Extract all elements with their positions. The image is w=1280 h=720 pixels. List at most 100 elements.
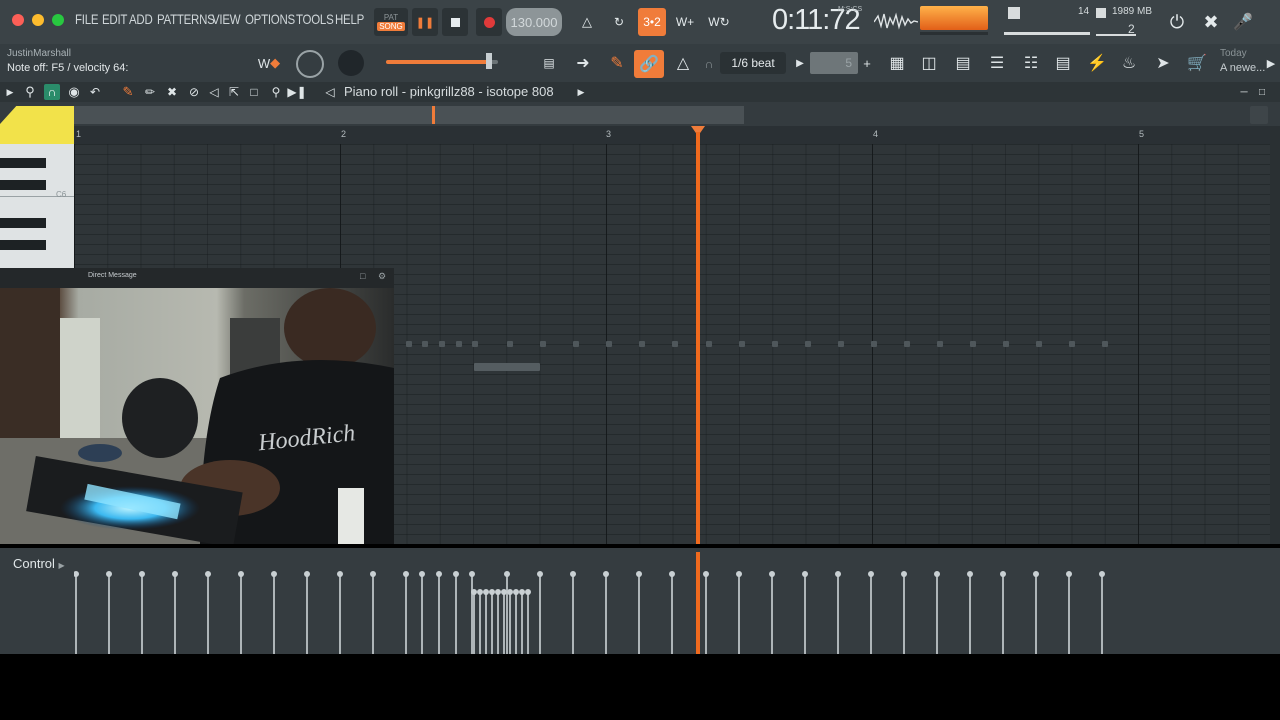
slip-tool-icon[interactable]: ◁ — [206, 84, 222, 100]
velocity-stem[interactable] — [1066, 571, 1072, 654]
draw-pencil-icon[interactable]: ✎ — [120, 84, 136, 100]
control-lane-label[interactable]: Control ▶ — [13, 556, 65, 571]
velocity-stem[interactable] — [901, 571, 907, 654]
webcam-expand-icon[interactable]: □ — [360, 271, 365, 281]
tempo-tapper-icon[interactable]: ♨ — [1116, 50, 1142, 76]
velocity-stem[interactable] — [483, 589, 489, 654]
pat-song-toggle[interactable]: PAT SONG — [374, 8, 408, 36]
velocity-stem[interactable] — [205, 571, 211, 654]
select-tool-icon[interactable]: □ — [246, 84, 262, 100]
countdown-button[interactable]: 3•2 — [638, 8, 666, 36]
velocity-stem[interactable] — [1099, 571, 1105, 654]
snap-selector[interactable]: 1/6 beat — [720, 52, 786, 74]
step-prev-button[interactable]: ▶ — [792, 52, 808, 74]
velocity-stem[interactable] — [403, 571, 409, 654]
volume-slider-handle[interactable] — [486, 53, 492, 69]
webcam-gear-icon[interactable]: ⚙ — [378, 271, 386, 282]
velocity-stem[interactable] — [802, 571, 808, 654]
maximize-window-button[interactable] — [52, 14, 64, 26]
velocity-stem[interactable] — [106, 571, 112, 654]
shop-cart-icon[interactable]: 🛒 — [1184, 50, 1210, 76]
link-icon[interactable]: 🔗 — [634, 50, 664, 78]
velocity-stem[interactable] — [436, 571, 442, 654]
pause-button[interactable]: ❚❚ — [412, 8, 438, 36]
velocity-stem[interactable] — [537, 571, 543, 654]
snap-toggle-icon[interactable]: ∩ — [44, 84, 60, 100]
velocity-stem[interactable] — [139, 571, 145, 654]
black-key[interactable] — [0, 218, 46, 228]
plugin-plug-icon[interactable]: ⚡ — [1084, 50, 1110, 76]
piano-keyboard[interactable]: C6 — [0, 144, 74, 268]
project-file-icon[interactable]: ▤ — [1050, 50, 1076, 76]
keyboard-corner-tab[interactable] — [0, 106, 74, 146]
record-circle-icon[interactable]: ◉ — [66, 84, 82, 100]
velocity-stem[interactable] — [570, 571, 576, 654]
close-window-button[interactable] — [12, 14, 24, 26]
mute-tool-icon[interactable]: ⊘ — [186, 84, 202, 100]
master-pitch-knob[interactable] — [338, 50, 364, 76]
minimize-roll-icon[interactable]: ─ — [1238, 84, 1250, 100]
velocity-stem[interactable] — [419, 571, 425, 654]
velocity-stem[interactable] — [172, 571, 178, 654]
news-text[interactable]: A newe... — [1220, 62, 1265, 74]
menu-patterns[interactable]: PATTERNS — [157, 11, 215, 27]
velocity-stem[interactable] — [513, 589, 519, 654]
velocity-stem[interactable] — [370, 571, 376, 654]
velocity-stem[interactable] — [736, 571, 742, 654]
velocity-stem[interactable] — [304, 571, 310, 654]
pencil-icon[interactable]: ✎ — [604, 52, 630, 74]
menu-tools[interactable]: TOOLS — [296, 11, 334, 27]
master-volume-knob[interactable] — [296, 50, 324, 78]
undo-history-button[interactable]: ⏻ — [1164, 8, 1190, 36]
vertical-scrollbar[interactable] — [1270, 126, 1280, 544]
menu-edit[interactable]: EDIT — [102, 11, 127, 27]
horizontal-scrollbar[interactable] — [74, 106, 744, 124]
velocity-stem[interactable] — [769, 571, 775, 654]
metronome-button[interactable]: △ — [574, 8, 600, 36]
step-next-button[interactable]: + — [860, 52, 874, 74]
slice-tool-icon[interactable]: ⇱ — [226, 84, 242, 100]
menu-file[interactable]: FILE — [75, 11, 99, 27]
maximize-roll-icon[interactable]: □ — [1256, 84, 1268, 100]
velocity-stem[interactable] — [934, 571, 940, 654]
velocity-stem[interactable] — [868, 571, 874, 654]
scroll-end-handle[interactable] — [1250, 106, 1268, 124]
undo-icon[interactable]: ↶ — [88, 84, 102, 100]
black-key[interactable] — [0, 180, 46, 190]
tempo-display[interactable]: 130.000 — [506, 8, 562, 36]
velocity-lane[interactable] — [74, 552, 1270, 654]
channel-rack-icon[interactable]: ▤ — [950, 50, 976, 76]
black-key[interactable] — [0, 240, 46, 250]
send-to-icon[interactable]: ➤ — [1150, 50, 1176, 76]
velocity-stem[interactable] — [489, 589, 495, 654]
black-key[interactable] — [0, 158, 46, 168]
metronome-icon[interactable]: △ — [670, 52, 696, 74]
menu-view[interactable]: VIEW — [212, 11, 241, 27]
speaker-icon[interactable]: ◁ — [322, 84, 338, 100]
wait-for-input-button[interactable]: ↻ — [606, 8, 632, 36]
paint-brush-icon[interactable]: ✏ — [142, 84, 158, 100]
velocity-stem[interactable] — [835, 571, 841, 654]
browser-tree-icon[interactable]: ☷ — [1018, 50, 1044, 76]
mixer-icon[interactable]: ☰ — [984, 50, 1010, 76]
velocity-stem[interactable] — [703, 571, 709, 654]
title-arrow-icon[interactable]: ▶ — [576, 84, 586, 100]
velocity-stem[interactable] — [603, 571, 609, 654]
velocity-stem[interactable] — [477, 589, 483, 654]
minimize-window-button[interactable] — [32, 14, 44, 26]
typing-keyboard-icon[interactable]: W ◆ — [254, 52, 284, 74]
step-edit-button[interactable]: W+ — [672, 8, 698, 36]
delete-tool-icon[interactable]: ✖ — [164, 84, 180, 100]
velocity-stem[interactable] — [74, 571, 79, 654]
loop-record-button[interactable]: W↻ — [706, 8, 732, 36]
master-volume-slider[interactable] — [386, 60, 498, 64]
record-button[interactable] — [476, 8, 502, 36]
performance-monitor[interactable]: 14 1989 MB 2 — [1004, 4, 1154, 38]
velocity-stem[interactable] — [495, 589, 501, 654]
velocity-stem[interactable] — [669, 571, 675, 654]
options-arrow-icon[interactable]: ▶ — [4, 84, 16, 100]
cut-tool-button[interactable]: ✖ — [1198, 8, 1224, 36]
velocity-stem[interactable] — [271, 571, 277, 654]
playlist-icon[interactable]: ▦ — [884, 50, 910, 76]
menu-options[interactable]: OPTIONS — [245, 11, 295, 27]
